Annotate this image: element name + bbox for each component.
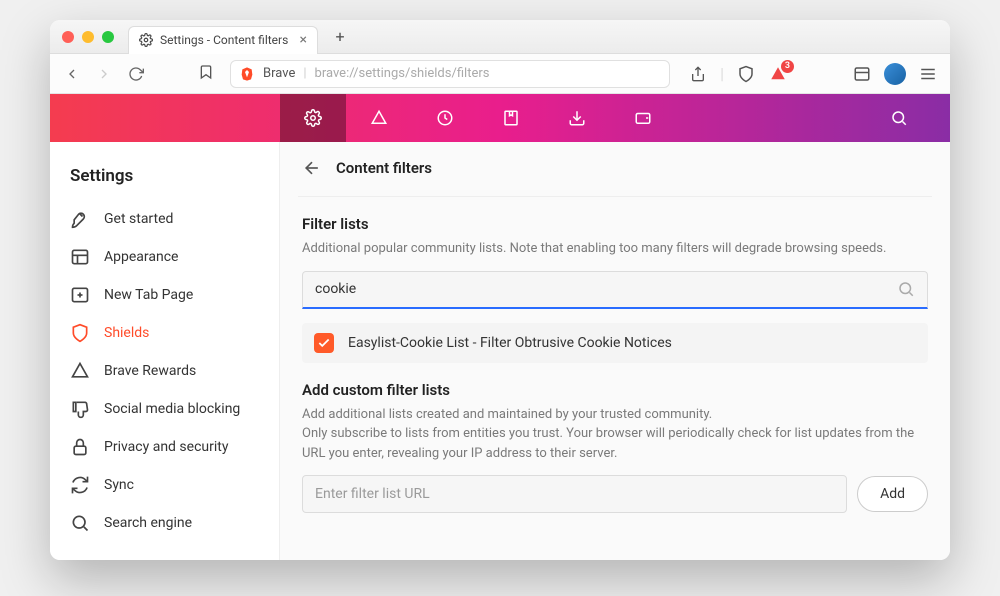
filter-result-label: Easylist-Cookie List - Filter Obtrusive …	[348, 335, 672, 351]
sidebar-label: Search engine	[104, 515, 192, 532]
sidebar-item-rewards[interactable]: Brave Rewards	[64, 352, 265, 390]
filter-search-box[interactable]	[302, 271, 928, 309]
url-host: Brave	[263, 66, 295, 81]
shields-icon[interactable]	[736, 64, 756, 84]
reader-icon[interactable]	[852, 64, 872, 84]
search-icon	[70, 513, 90, 533]
ribbon-rewards-icon[interactable]	[346, 94, 412, 142]
ribbon-bookmarks-icon[interactable]	[478, 94, 544, 142]
sidebar-item-sync[interactable]: Sync	[64, 466, 265, 504]
ribbon-history-icon[interactable]	[412, 94, 478, 142]
address-bar[interactable]: Brave | brave://settings/shields/filters	[230, 60, 670, 88]
sidebar-label: Get started	[104, 211, 173, 228]
filter-lists-desc: Additional popular community lists. Note…	[302, 239, 928, 259]
shield-icon	[70, 323, 90, 343]
tab-title: Settings - Content filters	[160, 33, 288, 47]
browser-window: Settings - Content filters × + Brave | b…	[50, 20, 950, 560]
filter-search-input[interactable]	[315, 281, 887, 297]
sidebar-label: Social media blocking	[104, 401, 240, 418]
sidebar-label: Appearance	[104, 249, 178, 266]
sidebar-item-get-started[interactable]: Get started	[64, 200, 265, 238]
menu-icon[interactable]	[918, 64, 938, 84]
page-header: Content filters	[298, 142, 932, 197]
ribbon-wallet-icon[interactable]	[610, 94, 676, 142]
profile-avatar[interactable]	[884, 63, 906, 85]
main-panel: Content filters Filter lists Additional …	[280, 142, 950, 560]
bookmark-button[interactable]	[198, 64, 218, 84]
thumbs-down-icon	[70, 399, 90, 419]
custom-lists-desc: Add additional lists created and maintai…	[302, 405, 928, 464]
filter-lists-heading: Filter lists	[302, 215, 928, 233]
sidebar-label: Sync	[104, 477, 134, 494]
sync-icon	[70, 475, 90, 495]
layout-icon	[70, 247, 90, 267]
add-list-row: Add	[302, 475, 928, 513]
settings-sidebar: Settings Get started Appearance New Tab …	[50, 142, 280, 560]
rewards-icon[interactable]: 3	[768, 64, 788, 84]
notification-badge: 3	[781, 60, 794, 73]
toolbar-right: | 3	[688, 63, 938, 85]
maximize-window-button[interactable]	[102, 31, 114, 43]
filter-result-row[interactable]: Easylist-Cookie List - Filter Obtrusive …	[302, 323, 928, 363]
page-title: Content filters	[336, 159, 432, 177]
sidebar-label: Shields	[104, 325, 149, 342]
gear-icon	[139, 33, 153, 47]
window-controls	[62, 31, 114, 43]
brave-logo-icon	[239, 66, 255, 82]
filter-checkbox-checked[interactable]	[314, 333, 334, 353]
sidebar-item-new-tab[interactable]: New Tab Page	[64, 276, 265, 314]
sidebar-label: New Tab Page	[104, 287, 193, 304]
browser-tab[interactable]: Settings - Content filters ×	[128, 26, 318, 54]
nav-bar: Brave | brave://settings/shields/filters…	[50, 54, 950, 94]
url-path: brave://settings/shields/filters	[315, 66, 490, 81]
lock-icon	[70, 437, 90, 457]
share-icon[interactable]	[688, 64, 708, 84]
custom-lists-heading: Add custom filter lists	[302, 381, 928, 399]
new-tab-button[interactable]: +	[328, 25, 352, 49]
custom-lists-section: Add custom filter lists Add additional l…	[298, 363, 932, 514]
filter-url-input[interactable]	[302, 475, 847, 513]
sidebar-item-appearance[interactable]: Appearance	[64, 238, 265, 276]
back-button[interactable]	[62, 64, 82, 84]
settings-ribbon	[50, 94, 950, 142]
minimize-window-button[interactable]	[82, 31, 94, 43]
plus-square-icon	[70, 285, 90, 305]
add-button[interactable]: Add	[857, 476, 928, 512]
rocket-icon	[70, 209, 90, 229]
sidebar-item-search[interactable]: Search engine	[64, 504, 265, 542]
content-body: Settings Get started Appearance New Tab …	[50, 142, 950, 560]
search-icon	[897, 280, 915, 298]
triangle-icon	[70, 361, 90, 381]
title-bar: Settings - Content filters × +	[50, 20, 950, 54]
ribbon-settings-gear[interactable]	[280, 94, 346, 142]
ribbon-search-icon[interactable]	[866, 94, 932, 142]
forward-button[interactable]	[94, 64, 114, 84]
sidebar-label: Privacy and security	[104, 439, 228, 456]
sidebar-label: Brave Rewards	[104, 363, 196, 380]
back-arrow-button[interactable]	[302, 158, 322, 178]
reload-button[interactable]	[126, 64, 146, 84]
tab-close-icon[interactable]: ×	[300, 32, 307, 48]
close-window-button[interactable]	[62, 31, 74, 43]
ribbon-downloads-icon[interactable]	[544, 94, 610, 142]
sidebar-item-shields[interactable]: Shields	[64, 314, 265, 352]
sidebar-item-social[interactable]: Social media blocking	[64, 390, 265, 428]
sidebar-heading: Settings	[70, 166, 265, 186]
filter-lists-section: Filter lists Additional popular communit…	[298, 197, 932, 363]
sidebar-item-privacy[interactable]: Privacy and security	[64, 428, 265, 466]
